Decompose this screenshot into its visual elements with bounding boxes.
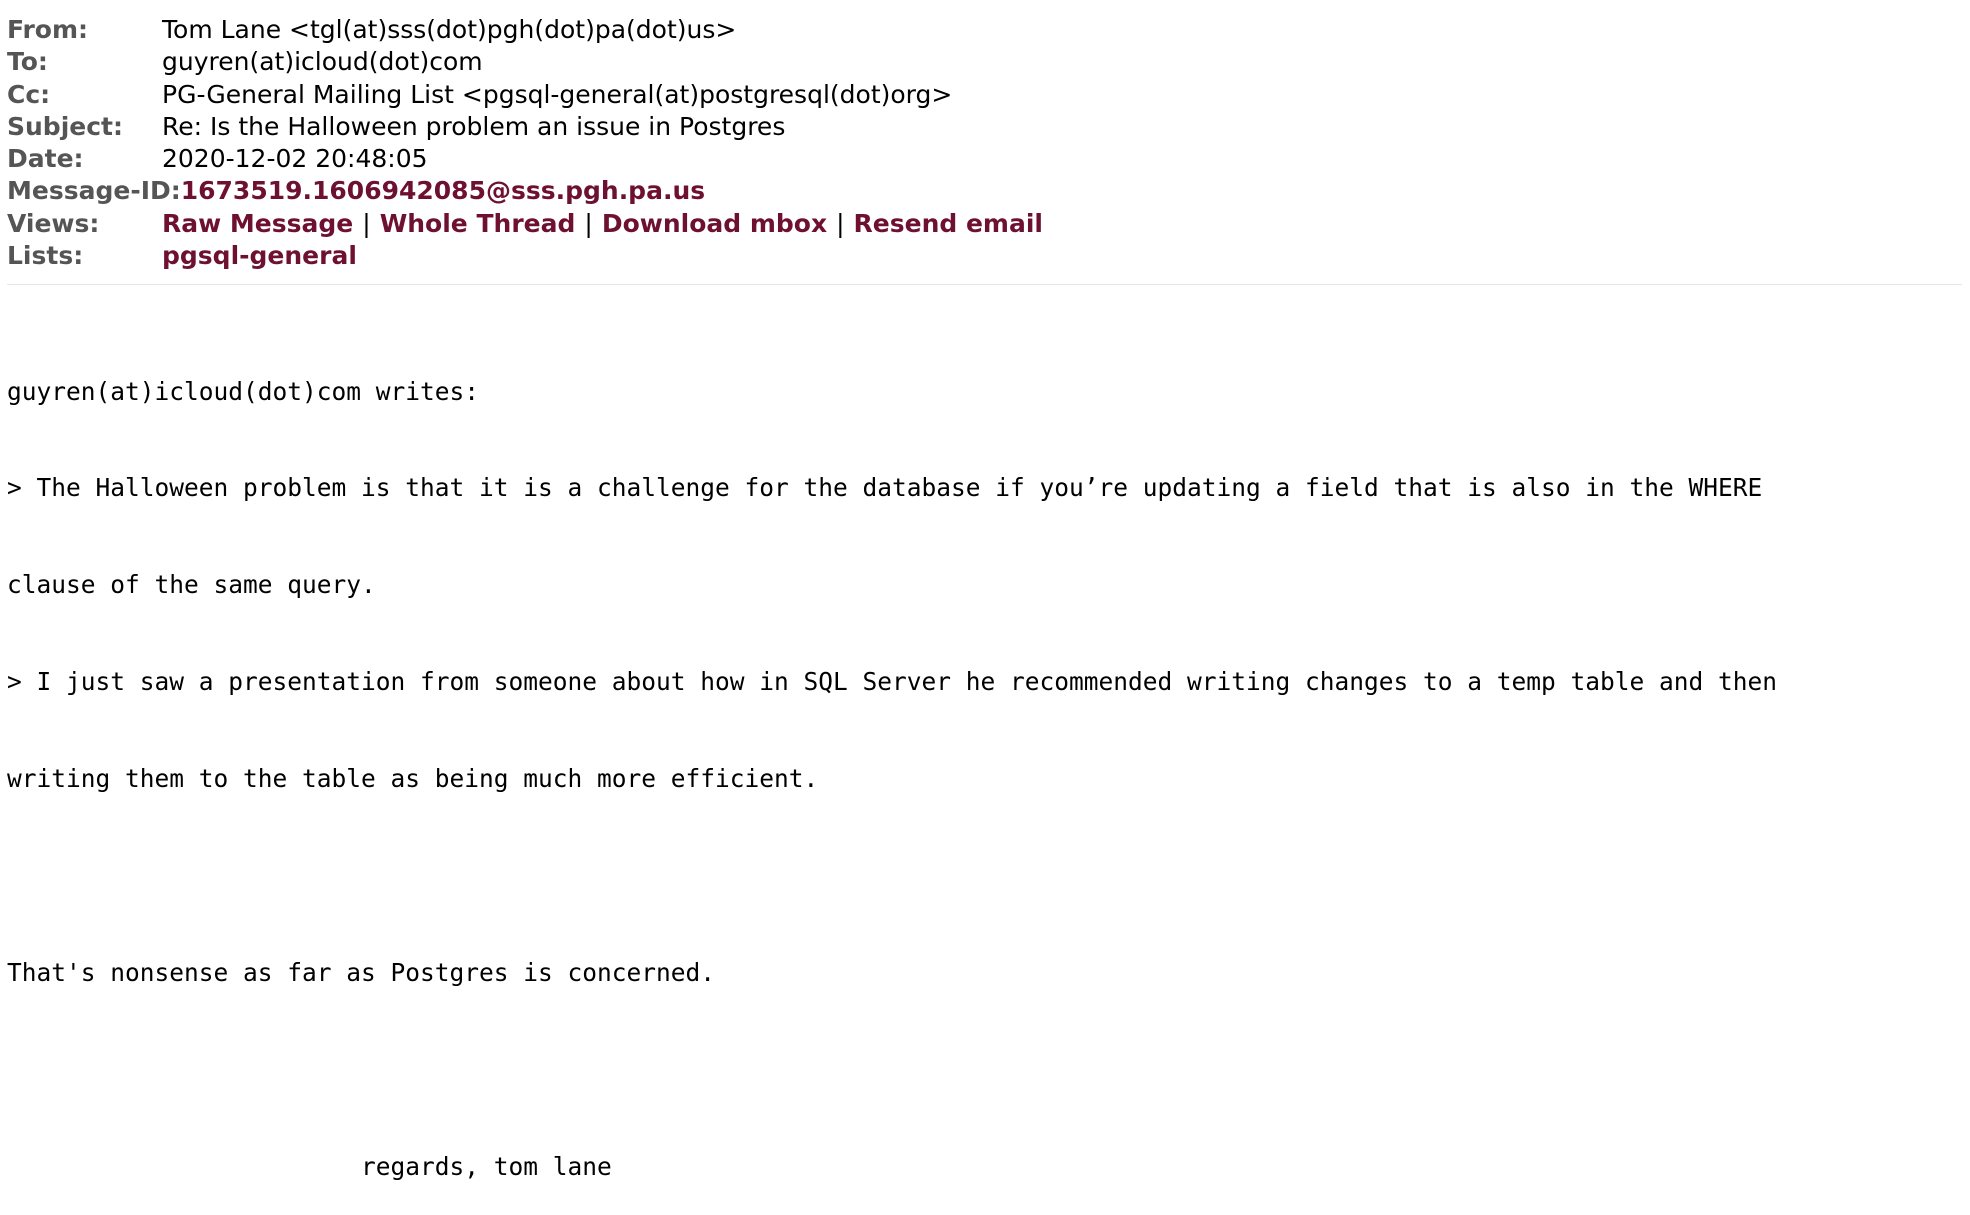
message-id-link[interactable]: 1673519.1606942085@sss.pgh.pa.us [181,175,705,207]
date-value: 2020-12-02 20:48:05 [162,144,428,174]
message-id-label: Message-ID: [7,176,181,206]
from-value: Tom Lane <tgl(at)sss(dot)pgh(dot)pa(dot)… [162,15,737,44]
header-views: Views: Raw Message | Whole Thread | Down… [7,208,1043,240]
views-separator: | [362,208,371,238]
header-from: From: Tom Lane <tgl(at)sss(dot)pgh(dot)p… [7,14,1043,46]
body-line-blank [7,1054,1777,1086]
header-message-id: Message-ID: 1673519.1606942085@sss.pgh.p… [7,175,1043,207]
pgsql-general-link[interactable]: pgsql-general [162,240,357,272]
header-to: To: guyren(at)icloud(dot)com [7,46,1043,78]
body-line: guyren(at)icloud(dot)com writes: [7,376,480,406]
views-separator: | [836,208,845,238]
cc-value: PG-General Mailing List <pgsql-general(a… [162,79,953,109]
views-label: Views: [7,208,100,238]
header-lists: Lists: pgsql-general [7,240,1043,272]
message-body: guyren(at)icloud(dot)com writes: > The H… [7,311,1777,1215]
header-date: Date: 2020-12-02 20:48:05 [7,143,1043,175]
to-label: To: [7,47,48,77]
body-line-quote: > I just saw a presentation from someone… [7,667,1778,697]
cc-label: Cc: [7,79,51,109]
message-headers: From: Tom Lane <tgl(at)sss(dot)pgh(dot)p… [7,14,1043,272]
subject-value: Re: Is the Halloween problem an issue in… [162,111,786,141]
lists-label: Lists: [7,241,84,271]
body-line-blank [7,860,1777,892]
body-line-quote-cont: writing them to the table as being much … [7,764,819,794]
to-value: guyren(at)icloud(dot)com [162,47,483,77]
body-line-quote: > The Halloween problem is that it is a … [7,473,1763,503]
body-line-reply: That's nonsense as far as Postgres is co… [7,957,716,987]
body-signature: regards, tom lane [7,1151,612,1181]
raw-message-link[interactable]: Raw Message [162,208,353,240]
header-divider [7,284,1962,285]
views-separator: | [584,208,593,238]
subject-label: Subject: [7,111,123,141]
download-mbox-link[interactable]: Download mbox [602,208,827,240]
date-label: Date: [7,144,84,174]
from-label: From: [7,15,89,44]
header-subject: Subject: Re: Is the Halloween problem an… [7,111,1043,143]
whole-thread-link[interactable]: Whole Thread [380,208,576,240]
resend-email-link[interactable]: Resend email [854,208,1043,240]
body-line-quote-cont: clause of the same query. [7,570,376,600]
header-cc: Cc: PG-General Mailing List <pgsql-gener… [7,79,1043,111]
